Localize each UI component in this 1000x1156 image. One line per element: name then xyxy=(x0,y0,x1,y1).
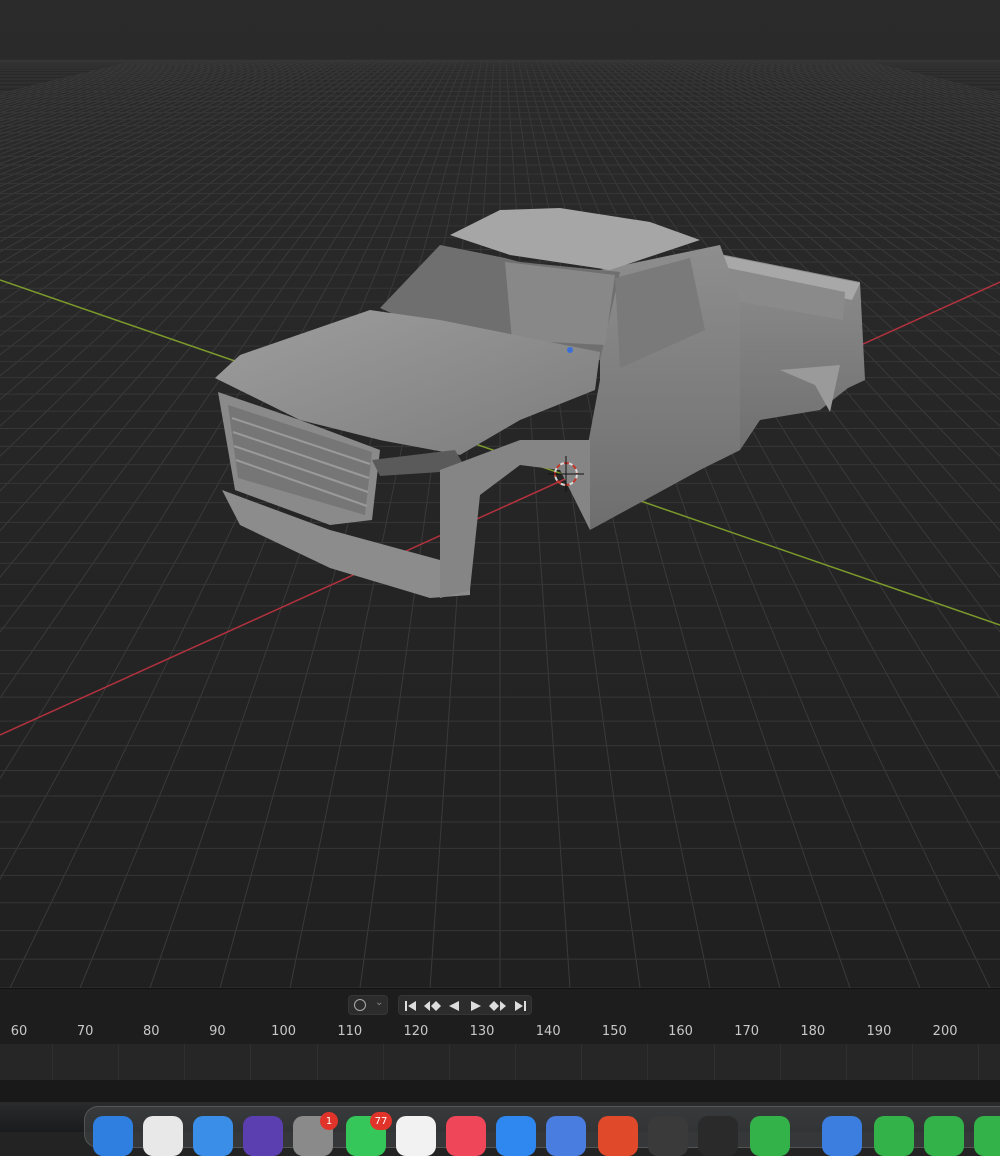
frame-label: 170 xyxy=(734,1024,760,1039)
frame-label: 190 xyxy=(866,1024,892,1039)
frame-gridline xyxy=(316,1044,318,1080)
safari-icon[interactable] xyxy=(193,1116,233,1156)
frame-gridline xyxy=(845,1044,847,1080)
frame-gridline xyxy=(911,1044,913,1080)
notification-badge: 77 xyxy=(370,1112,392,1130)
frame-label: 150 xyxy=(601,1024,627,1039)
frame-label: 120 xyxy=(403,1024,429,1039)
frame-gridline xyxy=(184,1044,186,1080)
frame-gridline xyxy=(382,1044,384,1080)
frame-gridline xyxy=(448,1044,450,1080)
finder-icon[interactable] xyxy=(93,1116,133,1156)
keying-dropdown[interactable]: ⌄ xyxy=(348,995,388,1015)
object-origin-icon[interactable] xyxy=(567,347,573,353)
playback-controls xyxy=(398,995,532,1015)
frame-label: 140 xyxy=(535,1024,561,1039)
frame-gridline xyxy=(779,1044,781,1080)
prev-keyframe-icon[interactable] xyxy=(422,998,442,1014)
play-icon[interactable] xyxy=(466,998,486,1014)
frame-label: 100 xyxy=(271,1024,297,1039)
jump-end-icon[interactable] xyxy=(510,998,530,1014)
numbers-icon[interactable] xyxy=(974,1116,1000,1156)
frame-gridline xyxy=(713,1044,715,1080)
frame-gridline xyxy=(515,1044,517,1080)
frame-gridline xyxy=(52,1044,53,1080)
frame-label: 80 xyxy=(143,1024,160,1039)
app-icon[interactable] xyxy=(648,1116,688,1156)
notification-badge: 1 xyxy=(320,1112,338,1130)
viewport-canvas[interactable] xyxy=(0,0,1000,988)
frame-gridline xyxy=(118,1044,120,1080)
frame-label: 60 xyxy=(10,1024,28,1039)
xcode-icon[interactable] xyxy=(496,1116,536,1156)
launchpad-icon[interactable] xyxy=(143,1116,183,1156)
record-icon xyxy=(354,999,366,1011)
music-icon[interactable] xyxy=(446,1116,486,1156)
frame-label: 110 xyxy=(337,1024,363,1039)
frame-gridline xyxy=(647,1044,649,1080)
frame-ruler[interactable]: 60 70 80 90 100 110 120 130 140 150 160 170 180 190 20… xyxy=(0,1020,1000,1044)
frame-label: 200 xyxy=(932,1024,958,1039)
next-keyframe-icon[interactable] xyxy=(488,998,508,1014)
photos-icon[interactable] xyxy=(396,1116,436,1156)
downloads-icon[interactable] xyxy=(822,1116,862,1156)
app-icon[interactable] xyxy=(243,1116,283,1156)
jump-start-icon[interactable] xyxy=(401,998,421,1014)
frame-gridline xyxy=(978,1044,980,1080)
chevron-down-icon: ⌄ xyxy=(375,997,384,1008)
numbers-icon[interactable] xyxy=(750,1116,790,1156)
timeline-header: ⌄ xyxy=(0,988,1000,1021)
numbers-icon[interactable] xyxy=(924,1116,964,1156)
frame-gridline xyxy=(581,1044,583,1080)
play-reverse-icon[interactable] xyxy=(444,998,464,1014)
status-bar xyxy=(0,1080,1000,1102)
timeline-track-area[interactable] xyxy=(0,1044,1000,1081)
numbers-icon[interactable] xyxy=(874,1116,914,1156)
frame-label: 180 xyxy=(800,1024,826,1039)
3d-viewport[interactable] xyxy=(0,0,1000,988)
frame-label: 130 xyxy=(469,1024,495,1039)
preview-icon[interactable] xyxy=(546,1116,586,1156)
terminal-icon[interactable] xyxy=(698,1116,738,1156)
frame-gridline xyxy=(250,1044,252,1080)
brave-icon[interactable] xyxy=(598,1116,638,1156)
frame-label: 90 xyxy=(209,1024,226,1039)
frame-label: 70 xyxy=(76,1024,94,1039)
frame-label: 160 xyxy=(668,1024,693,1039)
